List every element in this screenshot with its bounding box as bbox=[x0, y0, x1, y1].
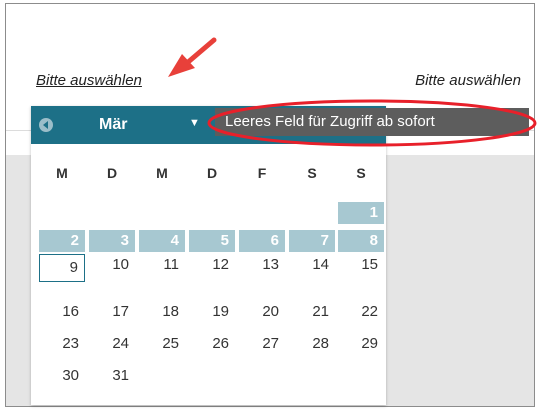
day-cell[interactable]: 29 bbox=[338, 333, 384, 355]
day-cell[interactable]: 7 bbox=[289, 230, 335, 252]
day-cell[interactable]: 18 bbox=[139, 301, 185, 323]
day-cell[interactable]: 15 bbox=[338, 254, 384, 276]
day-cell[interactable]: 17 bbox=[89, 301, 135, 323]
day-cell[interactable]: 11 bbox=[139, 254, 185, 276]
select-date-link-right[interactable]: Bitte auswählen bbox=[415, 72, 521, 89]
weekday-label: M bbox=[156, 165, 168, 181]
day-cell[interactable]: 22 bbox=[338, 301, 384, 323]
month-select[interactable]: Mär bbox=[99, 116, 127, 134]
day-cell-empty bbox=[139, 202, 185, 224]
datepicker: Mär ▼ MDMDFSS 1 2 3 4 5 6 7 8 9 10 11 12 13 14 15 16 17 1… bbox=[31, 106, 386, 405]
day-cell[interactable]: 30 bbox=[39, 365, 85, 387]
day-cell[interactable]: 10 bbox=[89, 254, 135, 276]
day-cell[interactable]: 3 bbox=[89, 230, 135, 252]
day-cell-empty bbox=[139, 365, 185, 387]
day-cell-empty bbox=[239, 202, 285, 224]
day-cell[interactable]: 9 bbox=[39, 254, 85, 282]
day-cell-empty bbox=[239, 365, 285, 387]
day-cell-empty bbox=[189, 202, 235, 224]
day-cell[interactable]: 20 bbox=[239, 301, 285, 323]
day-cell[interactable]: 6 bbox=[239, 230, 285, 252]
day-cell[interactable]: 2 bbox=[39, 230, 85, 252]
day-cell[interactable]: 25 bbox=[139, 333, 185, 355]
day-cell[interactable]: 24 bbox=[89, 333, 135, 355]
day-cell[interactable]: 14 bbox=[289, 254, 335, 276]
weekday-label: M bbox=[56, 165, 68, 181]
select-date-link[interactable]: Bitte auswählen bbox=[36, 72, 142, 89]
day-cell[interactable]: 16 bbox=[39, 301, 85, 323]
weekday-label: D bbox=[206, 165, 218, 181]
day-cell-empty bbox=[289, 202, 335, 224]
tooltip: Leeres Feld für Zugriff ab sofort bbox=[215, 108, 529, 136]
weekday-label: D bbox=[106, 165, 118, 181]
day-cell-empty bbox=[338, 365, 384, 387]
day-cell[interactable]: 19 bbox=[189, 301, 235, 323]
caret-down-icon[interactable]: ▼ bbox=[189, 117, 200, 129]
day-cell[interactable]: 21 bbox=[289, 301, 335, 323]
day-cell-empty bbox=[39, 202, 85, 224]
weekday-label: F bbox=[257, 165, 267, 181]
day-cell-empty bbox=[89, 202, 135, 224]
day-cell-empty bbox=[189, 365, 235, 387]
day-cell[interactable]: 5 bbox=[189, 230, 235, 252]
day-cell[interactable]: 12 bbox=[189, 254, 235, 276]
day-cell[interactable]: 26 bbox=[189, 333, 235, 355]
day-cell[interactable]: 23 bbox=[39, 333, 85, 355]
day-cell[interactable]: 28 bbox=[289, 333, 335, 355]
day-cell[interactable]: 31 bbox=[89, 365, 135, 387]
weekday-label: S bbox=[356, 165, 366, 181]
day-cell[interactable]: 27 bbox=[239, 333, 285, 355]
day-cell-empty bbox=[289, 365, 335, 387]
day-cell[interactable]: 1 bbox=[338, 202, 384, 224]
day-cell[interactable]: 8 bbox=[338, 230, 384, 252]
day-cell[interactable]: 13 bbox=[239, 254, 285, 276]
weekday-label: S bbox=[307, 165, 317, 181]
day-cell[interactable]: 4 bbox=[139, 230, 185, 252]
circle-left-arrow-icon[interactable] bbox=[39, 118, 53, 132]
